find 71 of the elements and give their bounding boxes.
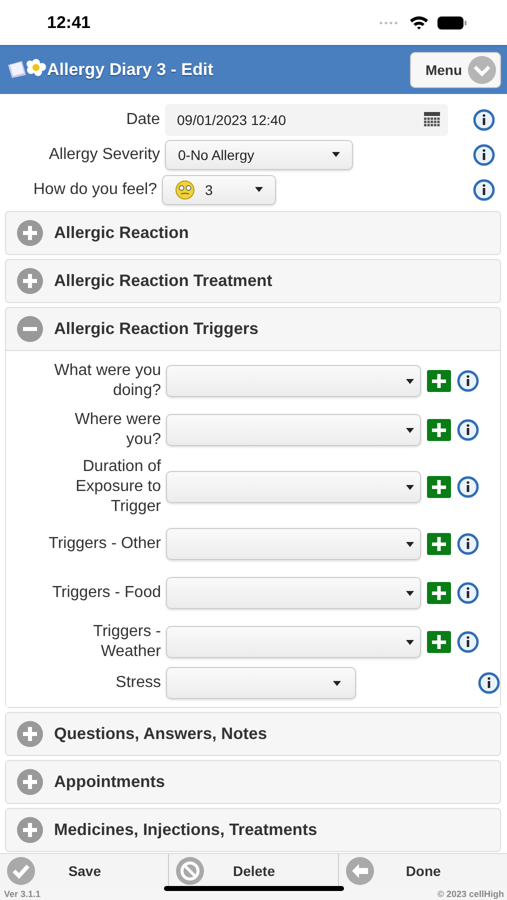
field-label: How do you feel?: [32, 180, 157, 198]
select-field[interactable]: [166, 626, 421, 658]
field-label: Duration of Exposure to Trigger: [74, 457, 161, 517]
screen-title: Allergy Diary 3 - Edit: [47, 60, 214, 80]
select-field[interactable]: [166, 471, 421, 503]
date-field[interactable]: 09/01/2023 12:40: [165, 104, 448, 136]
toolbar-button[interactable]: Done: [338, 854, 507, 887]
caret-icon: [332, 152, 340, 157]
caret-icon: [406, 590, 414, 596]
info-icon[interactable]: [457, 582, 479, 604]
battery-icon: [437, 16, 467, 30]
info-icon[interactable]: [457, 476, 479, 498]
add-icon[interactable]: [427, 370, 451, 392]
wifi-icon: [409, 15, 429, 30]
caret-icon: [406, 428, 414, 432]
arrow-left-circle-icon: [346, 856, 374, 884]
mood-select[interactable]: 3: [162, 174, 276, 204]
field-label: Triggers - Other: [48, 534, 161, 554]
info-icon[interactable]: [473, 178, 495, 200]
chevron-down-icon: [468, 56, 496, 84]
plus-circle-icon: [17, 817, 43, 843]
plus-circle-icon: [17, 268, 43, 294]
smiley-icon: [175, 180, 195, 200]
section-header[interactable]: Questions, Answers, Notes: [6, 713, 500, 755]
info-icon[interactable]: [473, 144, 495, 166]
info-icon[interactable]: [457, 533, 479, 555]
info-icon[interactable]: [457, 370, 479, 392]
plus-circle-icon: [17, 220, 43, 246]
field-label: What were you doing?: [53, 361, 161, 401]
plus-circle-icon: [17, 721, 43, 747]
field-label: Triggers - Food: [51, 583, 161, 603]
caret-icon: [406, 484, 414, 490]
field-label: Triggers - Weather: [92, 622, 161, 662]
add-icon[interactable]: [427, 419, 451, 441]
field-label: Allergy Severity: [48, 146, 160, 164]
select-field[interactable]: [166, 577, 421, 609]
section-header[interactable]: Allergic Reaction: [6, 212, 500, 254]
status-time: 12:41: [47, 12, 90, 32]
plus-circle-icon: [17, 769, 43, 795]
select-field[interactable]: [166, 667, 356, 699]
section-header[interactable]: Medicines, Injections, Treatments: [6, 809, 500, 851]
minus-circle-icon: [17, 316, 43, 342]
calendar-icon: [424, 112, 440, 127]
section-header[interactable]: Appointments: [6, 761, 500, 803]
caret-icon: [333, 680, 341, 686]
caret-icon: [255, 187, 263, 192]
severity-select[interactable]: 0-No Allergy: [165, 140, 353, 170]
field-label: Stress: [114, 673, 161, 693]
add-icon[interactable]: [427, 533, 451, 555]
caret-icon: [406, 542, 414, 546]
select-field[interactable]: [166, 365, 421, 397]
prohibited-icon: [176, 856, 204, 884]
add-icon[interactable]: [427, 582, 451, 604]
select-field[interactable]: [166, 414, 421, 446]
info-icon[interactable]: [478, 672, 500, 694]
add-icon[interactable]: [427, 476, 451, 498]
caret-icon: [406, 378, 414, 384]
field-label: Date: [125, 110, 160, 128]
menu-button[interactable]: Menu: [410, 52, 501, 88]
info-icon[interactable]: [457, 419, 479, 441]
check-circle-icon: [7, 856, 35, 884]
flower-book-icon: [6, 57, 46, 79]
version-text: Ver 3.1.1: [4, 889, 41, 899]
copyright-text: © 2023 cellHigh: [437, 889, 504, 899]
section-header[interactable]: Allergic Reaction Treatment: [6, 260, 500, 302]
add-icon[interactable]: [427, 631, 451, 653]
select-field[interactable]: [166, 528, 421, 560]
info-icon[interactable]: [473, 108, 495, 130]
field-label: Where were you?: [74, 410, 161, 450]
caret-icon: [406, 640, 414, 644]
info-icon[interactable]: [457, 631, 479, 653]
